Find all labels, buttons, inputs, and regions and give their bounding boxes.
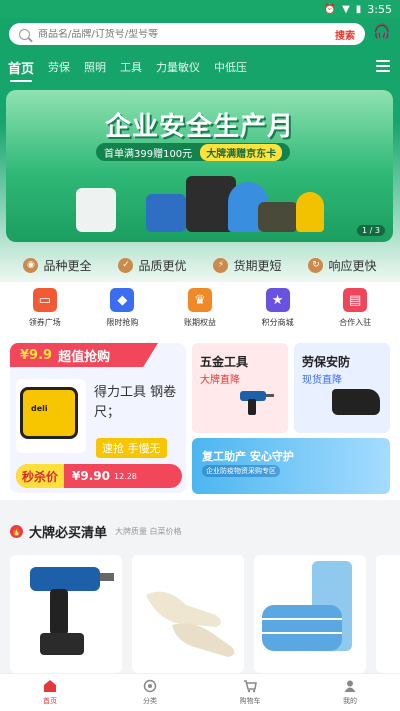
hardware-title: 五金工具 xyxy=(200,355,249,369)
trophy-icon: ♛ xyxy=(187,288,212,312)
tab-labor[interactable]: 劳保 xyxy=(48,59,70,75)
drill-icon xyxy=(240,391,274,415)
quick-points[interactable]: ★ 积分商城 xyxy=(246,288,310,338)
brand-title: 大牌必买清单 xyxy=(29,525,108,541)
category-tabs: 首页 劳保 照明 工具 力量敏仪 中低压 xyxy=(0,56,400,82)
battery-icon: ▮ xyxy=(355,3,362,15)
tape-measure-icon: deli xyxy=(20,387,78,439)
feature-item: ✓ 品质更优 xyxy=(118,257,187,274)
flash-sale-card[interactable]: ¥9.9 超值抢购 deli 得力工具 钢卷尺； 速抢 手慢无 秒杀价 ¥9.9… xyxy=(10,343,186,493)
tab-tools[interactable]: 工具 xyxy=(120,59,142,75)
nav-home[interactable]: 首页 xyxy=(20,679,80,706)
safety-card[interactable]: 劳保安防 现货直降 xyxy=(294,343,390,433)
bottom-nav: 首页 分类 购物车 我的 xyxy=(0,673,400,711)
tag-icon: ◆ xyxy=(110,288,135,312)
feature-strip: ◉ 品种更全 ✓ 品质更优 ⚡ 货期更短 ↻ 响应更快 xyxy=(0,251,400,279)
nav-category[interactable]: 分类 xyxy=(120,679,180,706)
mask-image xyxy=(262,561,352,651)
alarm-icon: ⏰ xyxy=(323,3,337,15)
seckill-label: 秒杀价 xyxy=(16,464,65,488)
search-button[interactable]: 搜索 xyxy=(335,27,355,42)
quick-credit[interactable]: ♛ 账期权益 xyxy=(168,288,232,338)
tab-instruments[interactable]: 力量敏仪 xyxy=(156,59,200,75)
category-icon xyxy=(143,679,157,693)
tab-home[interactable]: 首页 xyxy=(8,58,34,82)
flash-hot-button[interactable]: 速抢 手慢无 xyxy=(96,438,167,458)
drill-image xyxy=(30,567,114,655)
product-card[interactable] xyxy=(254,555,366,673)
product-card[interactable] xyxy=(376,555,400,673)
hardware-card[interactable]: 五金工具 大牌直降 xyxy=(192,343,288,433)
banner-offer-left: 首单满399赠100元 xyxy=(104,148,193,160)
banner-title: 企业安全生产月 xyxy=(104,112,294,142)
resume-sub: 企业防疫物资采购专区 xyxy=(202,465,280,477)
banner-offer-right: 大牌满赠京东卡 xyxy=(200,143,283,161)
store-icon: ★ xyxy=(265,288,290,312)
delivery-icon: ⚡ xyxy=(213,257,229,273)
quick-nav: ▭ 领券广场 ◆ 限时抢购 ♛ 账期权益 ★ 积分商城 ▤ 合作入驻 xyxy=(0,282,400,338)
status-time: 3:55 xyxy=(367,2,392,16)
fire-icon: 🔥 xyxy=(10,524,23,538)
customer-service-icon[interactable]: 🎧 xyxy=(372,24,392,44)
product-card[interactable] xyxy=(10,555,122,673)
response-icon: ↻ xyxy=(308,257,324,273)
menu-icon[interactable] xyxy=(376,60,390,72)
banner-offer: 首单满399赠100元 大牌满赠京东卡 xyxy=(96,143,291,161)
resume-title: 复工助产 安心守护 xyxy=(202,450,294,463)
flash-date: 12.28 xyxy=(113,471,137,481)
tab-lighting[interactable]: 照明 xyxy=(84,59,106,75)
tab-low-voltage[interactable]: 中低压 xyxy=(214,59,247,75)
promo-section: ¥9.9 超值抢购 deli 得力工具 钢卷尺； 速抢 手慢无 秒杀价 ¥9.9… xyxy=(0,338,400,500)
brand-list-header: 🔥 大牌必买清单 大牌质量 白菜价格 xyxy=(0,518,400,544)
feature-item: ↻ 响应更快 xyxy=(308,257,377,274)
gloves-image xyxy=(146,591,235,657)
coupon-icon: ▭ xyxy=(32,288,57,312)
quick-partner[interactable]: ▤ 合作入驻 xyxy=(323,288,387,338)
flash-product-name: 得力工具 钢卷尺； xyxy=(94,385,177,420)
home-icon xyxy=(44,680,56,692)
safety-shoe-icon xyxy=(332,389,380,415)
earmuff-image xyxy=(296,192,324,232)
safety-title: 劳保安防 xyxy=(302,355,351,369)
promo-banner[interactable]: 企业安全生产月 首单满399赠100元 大牌满赠京东卡 1 / 3 xyxy=(6,90,393,242)
hardware-sub: 大牌直降 xyxy=(200,375,240,386)
variety-icon: ◉ xyxy=(23,257,39,273)
quality-icon: ✓ xyxy=(118,257,134,273)
product-list xyxy=(0,555,400,673)
box-image xyxy=(146,194,186,232)
safety-sub: 现货直降 xyxy=(302,375,342,386)
quick-flash-sale[interactable]: ◆ 限时抢购 xyxy=(90,288,154,338)
search-icon xyxy=(19,28,30,40)
search-bar[interactable]: 搜索 xyxy=(9,23,365,45)
nav-cart[interactable]: 购物车 xyxy=(220,679,280,706)
gloves-image xyxy=(76,188,116,232)
flash-sale-tag: ¥9.9 超值抢购 xyxy=(10,343,158,367)
banner-indicator: 1 / 3 xyxy=(357,225,385,236)
user-icon xyxy=(344,680,356,692)
flash-price: ¥9.90 xyxy=(72,469,110,483)
feature-item: ⚡ 货期更短 xyxy=(213,257,282,274)
building-icon: ▤ xyxy=(343,288,368,312)
resume-card[interactable]: 复工助产 安心守护 企业防疫物资采购专区 xyxy=(192,438,390,494)
flash-price-bar: 秒杀价 ¥9.90 12.28 xyxy=(16,464,182,488)
cart-icon xyxy=(244,680,257,693)
brand-sub: 大牌质量 白菜价格 xyxy=(115,526,182,536)
status-bar: ⏰ ▼ ▮ 3:55 xyxy=(0,0,400,18)
nav-profile[interactable]: 我的 xyxy=(320,679,380,706)
quick-coupon[interactable]: ▭ 领券广场 xyxy=(13,288,77,338)
search-input[interactable] xyxy=(38,28,335,40)
product-card[interactable] xyxy=(132,555,244,673)
feature-item: ◉ 品种更全 xyxy=(23,257,92,274)
wifi-icon: ▼ xyxy=(342,3,350,15)
boots-image xyxy=(258,202,298,232)
